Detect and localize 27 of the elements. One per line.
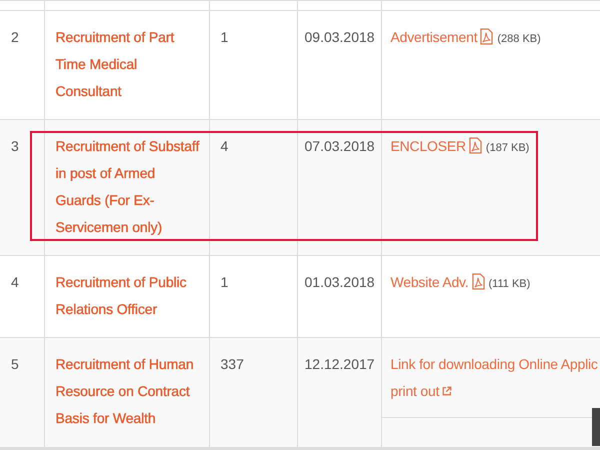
vacancy-count: 337: [220, 356, 244, 372]
vacancy-count: 1: [220, 29, 228, 45]
job-title: Recruitment of Public Relations Officer: [56, 273, 188, 319]
vacancy-count: 4: [220, 138, 228, 154]
document-link[interactable]: ENCLOSER: [390, 133, 466, 160]
document-link[interactable]: Website Adv.: [390, 269, 469, 296]
pdf-file-icon: [480, 28, 494, 45]
row-number: 4: [11, 274, 19, 290]
job-title: Recruitment of Substaff in post of Armed Guards (For Ex-Servicemen only): [56, 137, 200, 237]
document-link[interactable]: Advertisement: [390, 24, 478, 51]
row-number: 2: [11, 29, 19, 45]
date-text: 12.12.2017: [304, 356, 375, 372]
row-number: 3: [11, 138, 19, 154]
date-text: 09.03.2018: [304, 29, 375, 45]
external-link-icon: [442, 386, 452, 396]
file-size: (288 KB): [497, 33, 541, 45]
file-size: (111 KB): [488, 278, 530, 290]
pdf-file-icon: [472, 273, 485, 290]
row-number: 5: [11, 356, 19, 372]
file-size: (187 KB): [486, 142, 530, 154]
vacancy-count: 1: [220, 274, 228, 290]
job-title: Recruitment of Part Time Medical Consultant: [56, 28, 176, 101]
side-tab[interactable]: [592, 408, 600, 446]
date-text: 07.03.2018: [304, 138, 375, 154]
pdf-file-icon: [468, 137, 482, 154]
job-title: Recruitment of Human Resource on Contract Basis for Wealth: [56, 355, 195, 428]
date-text: 01.03.2018: [304, 274, 375, 290]
